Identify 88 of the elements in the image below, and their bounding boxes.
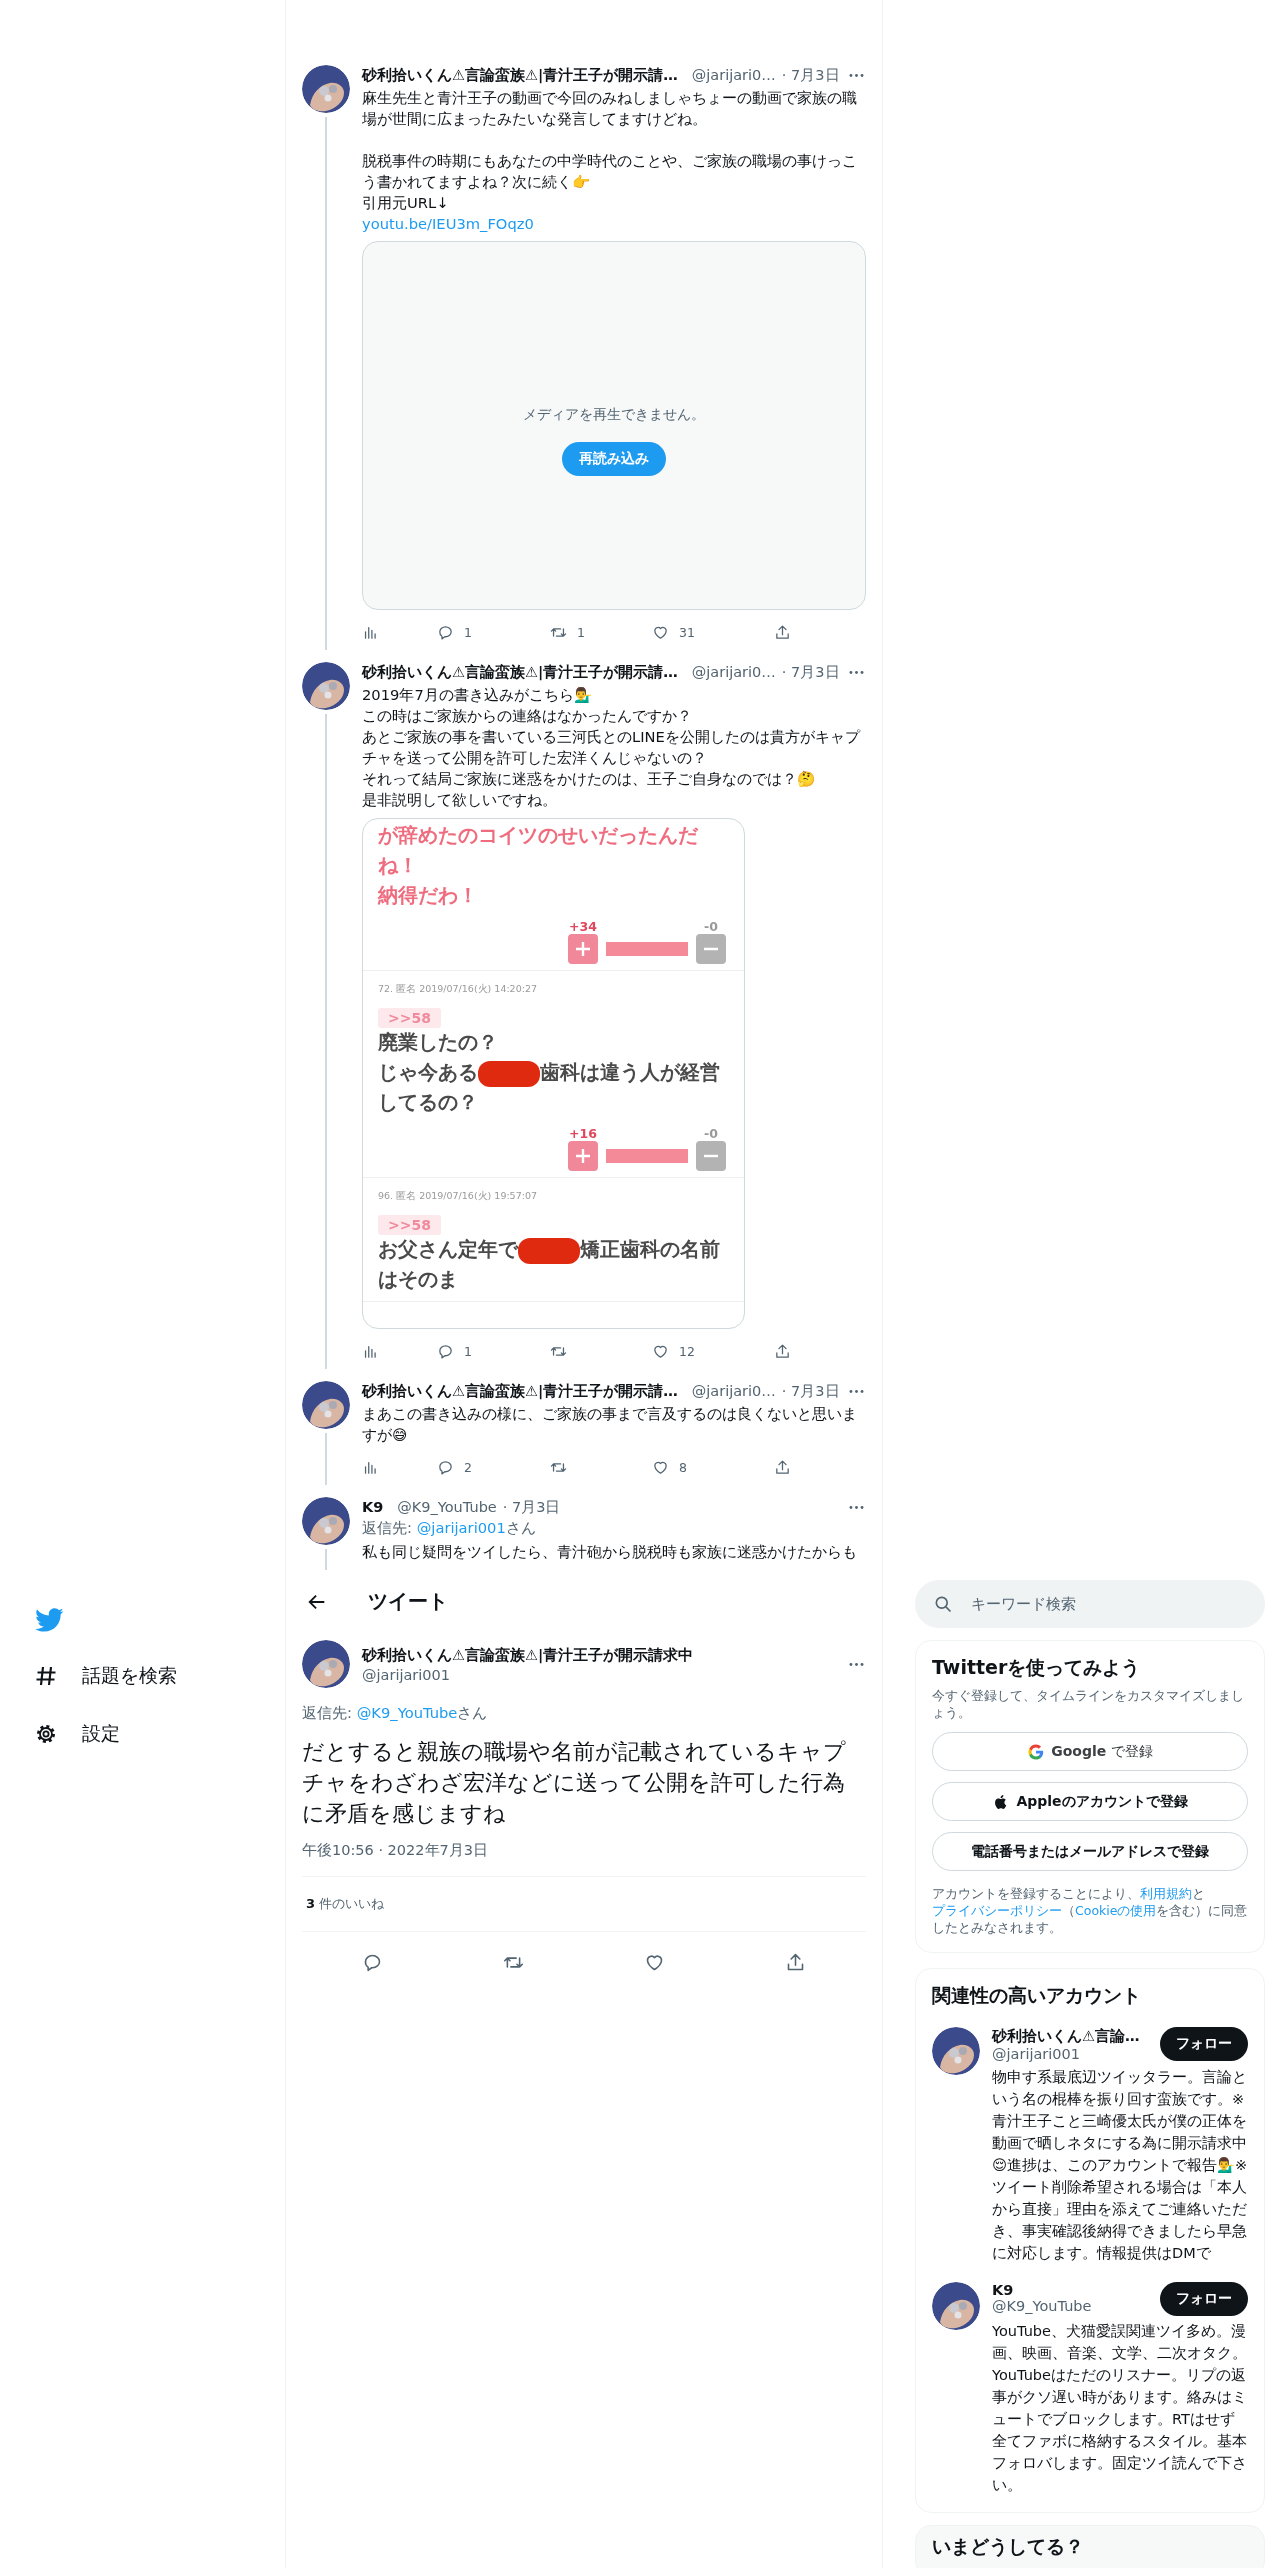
- reply-icon[interactable]: [437, 1458, 454, 1476]
- tweet-date[interactable]: · 7月3日: [502, 1497, 561, 1517]
- count: 12: [679, 1343, 695, 1359]
- like-label[interactable]: 件のいいね: [319, 1896, 385, 1911]
- page-title: ツイート: [368, 1588, 448, 1615]
- search-icon: [933, 1594, 953, 1614]
- tweet-text: まあこの書き込みの様に、ご家族の事まで言及するのは良くないと思いますが😅: [362, 1404, 858, 1445]
- post-meta: 96. 匿名 2019/07/16(火) 19:57:07: [378, 1190, 538, 1203]
- author-handle[interactable]: @jarijari0…: [691, 1383, 776, 1399]
- plus-icon: [568, 1141, 598, 1171]
- plus-icon: [568, 934, 598, 964]
- settings-icon: [34, 1722, 58, 1746]
- card-title: Twitterを使ってみよう: [932, 1655, 1142, 1680]
- account-name[interactable]: 砂利拾いくん⚠言論…: [992, 2027, 1140, 2046]
- account-handle[interactable]: @jarijari001: [992, 2046, 1140, 2062]
- nav-item[interactable]: 設定: [34, 1719, 120, 1749]
- share-icon[interactable]: [774, 1458, 791, 1476]
- tweet-text: 2019年7月の書き込みがこちら💁‍♂: [362, 685, 593, 705]
- follow-button[interactable]: フォロー: [1160, 2027, 1248, 2061]
- vote-count: -0: [704, 919, 718, 934]
- redaction-mark: [518, 1237, 580, 1264]
- tweet-text: あとご家族の事を書いている三河氏とのLINEを公開したのは貴方がキャプチャを送って公開を許可した宏洋くんじゃないの？: [362, 727, 862, 768]
- card-subtitle: 今すぐ登録して、タイムラインをカスタマイズしましょう。: [932, 1687, 1245, 1721]
- post-text: 廃業したの？: [378, 1030, 499, 1056]
- share-icon[interactable]: [774, 623, 791, 641]
- reply-icon[interactable]: [437, 1342, 454, 1360]
- vote-count: +16: [569, 1126, 597, 1141]
- account-bio: 物申す系最底辺ツイッタラー。言論という名の棍棒を振り回す蛮族です。※青汁王子こと三崎優太氏が僕の正体を動画で晒しネタにする為に開示請求中😌進捗は、このアカウントで報告💁‍♂※ツイート削除希望される場合は「本人から直接」理由を添えてご連絡いただき、事実確認後納得できましたら早急に対応します。情報提供はDMで: [992, 2068, 1248, 2263]
- redaction-mark: [478, 1060, 540, 1087]
- nav-item[interactable]: 話題を検索: [34, 1661, 177, 1691]
- reply-anchor: >>58: [378, 1215, 441, 1235]
- author-name[interactable]: 砂利拾いくん⚠言論蛮族⚠|青汁王子が開示請…: [362, 1381, 678, 1401]
- like-count[interactable]: 3: [306, 1896, 316, 1911]
- vote-count: +34: [569, 919, 597, 934]
- signup-button[interactable]: 電話番号またはメールアドレスで登録: [932, 1832, 1248, 1871]
- account-handle[interactable]: @K9_YouTube: [992, 2298, 1092, 2314]
- reply-to-text: 返信先: @jarijari001 さん: [362, 1518, 537, 1538]
- post-text: お父さん定年で 矯正歯科の名前はそのま: [378, 1236, 721, 1293]
- tweet-text: 脱税事件の時期にもあなたの中学時代のことや、ご家族の職場の事けっこう書かれてますよね？次に続く👉: [362, 151, 858, 192]
- author-handle[interactable]: @jarijari0…: [691, 664, 776, 680]
- count: 1: [464, 1343, 472, 1359]
- post-text: が辞めたのコイツのせいだったんだね！: [378, 823, 700, 879]
- author-handle[interactable]: @jarijari0…: [691, 67, 776, 83]
- count: 8: [679, 1459, 687, 1475]
- tweet-text: 麻生先生と青汁王子の動画で今回のみねしましゃちょーの動画で家族の職場が世間に広まったみたいな発言してますけどね。: [362, 88, 858, 129]
- count: 1: [464, 624, 472, 640]
- minus-icon: [696, 1141, 726, 1171]
- tweet-text: 引用元URL↓: [362, 193, 450, 213]
- tweet-text: この時はご家族からの連絡はなかったんですか？: [362, 706, 693, 726]
- signup-button[interactable]: Appleのアカウントで登録: [932, 1782, 1248, 1821]
- tweet-text: だとすると親族の職場や名前が記載されているキャプチャをわざわざ宏洋などに送って公開を許可した行為に矛盾を感じますね: [302, 1738, 847, 1828]
- reply-anchor: >>58: [378, 1008, 441, 1028]
- legal-text: アカウントを登録することにより、利用規約 と プライバシーポリシー（Cookieの使用を含む）に同意したとみなされます。: [932, 1885, 1248, 1936]
- error-message: メディアを再生できません。: [523, 405, 705, 424]
- hashtag-icon: [34, 1664, 58, 1688]
- signup-button[interactable]: Google で登録: [932, 1732, 1248, 1771]
- share-icon[interactable]: [785, 1951, 806, 1973]
- card-title: 関連性の高いアカウント: [932, 1983, 1142, 2008]
- tweet-text: 是非説明して欲しいですね。: [362, 790, 558, 810]
- google-icon: [1027, 1742, 1046, 1761]
- timestamp[interactable]: 午後10:56 · 2022年7月3日: [302, 1841, 866, 1877]
- author-name[interactable]: 砂利拾いくん⚠言論蛮族⚠|青汁王子が開示請求中: [362, 1645, 694, 1665]
- share-icon[interactable]: [774, 1342, 791, 1360]
- card-title: いまどうしてる？: [932, 2534, 1085, 2559]
- tweet-text: それって結局ご家族に迷惑をかけたのは、王子ご自身なのでは？🤔: [362, 769, 816, 789]
- follow-button[interactable]: フォロー: [1160, 2282, 1248, 2316]
- count: 31: [679, 624, 695, 640]
- vote-count: -0: [704, 1126, 718, 1141]
- post-text: 納得だわ！: [378, 883, 479, 909]
- tweet-text: 私も同じ疑問をツイしたら、青汁砲から脱税時も家族に迷惑かけたからも: [362, 1542, 858, 1562]
- account-bio: YouTube、犬猫愛誤関連ツイ多め。漫画、映画、音楽、文学、二次オタク。YouTubeはただのリスナー。リプの返事がクソ遅い時があります。絡みはミュートでブロックします。RTはせず全てファボに格納するスタイル。基本フォロバします。固定ツイ読んで下さい。: [992, 2322, 1248, 2495]
- reply-to-text: 返信先: @K9_YouTubeさん: [302, 1703, 489, 1723]
- author-handle[interactable]: @K9_YouTube: [397, 1499, 497, 1515]
- search-field[interactable]: キーワード検索: [915, 1580, 1265, 1628]
- tweet-date[interactable]: · 7月3日: [781, 662, 840, 682]
- author-name[interactable]: 砂利拾いくん⚠言論蛮族⚠|青汁王子が開示請…: [362, 662, 678, 682]
- author-name[interactable]: 砂利拾いくん⚠言論蛮族⚠|青汁王子が開示請…: [362, 65, 678, 85]
- post-text: じゃ今ある 歯科は違う人が経営してるの？: [378, 1059, 721, 1116]
- count: 1: [577, 624, 585, 640]
- post-meta: 72. 匿名 2019/07/16(火) 14:20:27: [378, 983, 538, 996]
- author-name[interactable]: K9: [362, 1499, 384, 1515]
- author-handle[interactable]: @jarijari001: [362, 1666, 694, 1683]
- reply-icon[interactable]: [437, 623, 454, 641]
- count: 2: [464, 1459, 472, 1475]
- account-name[interactable]: K9: [992, 2282, 1092, 2298]
- minus-icon: [696, 934, 726, 964]
- tweet-date[interactable]: · 7月3日: [781, 65, 840, 85]
- tweet-date[interactable]: · 7月3日: [781, 1381, 840, 1401]
